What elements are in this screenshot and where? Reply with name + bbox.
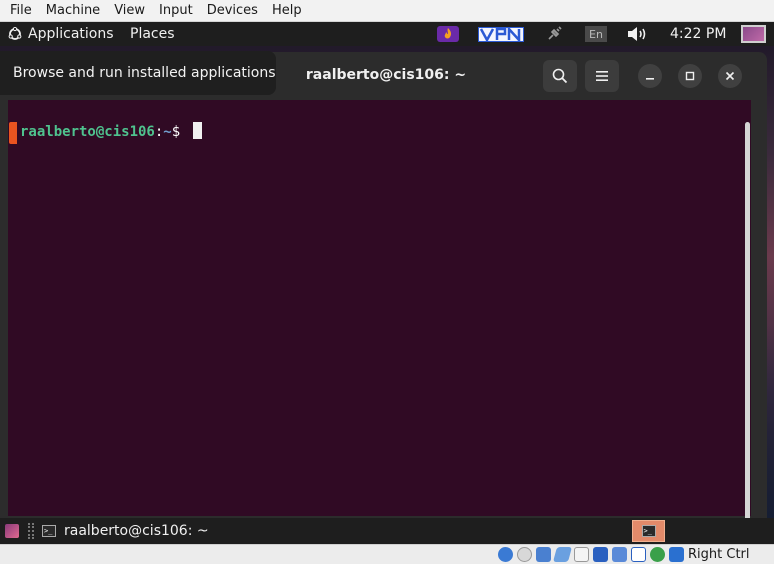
vpn-tray-icon[interactable] <box>478 27 524 42</box>
recording-icon[interactable] <box>612 547 627 562</box>
keyboard-language-indicator[interactable]: En <box>585 26 607 42</box>
search-button[interactable] <box>543 60 577 92</box>
main-menu-button[interactable] <box>585 60 619 92</box>
mouse-integration-icon[interactable] <box>669 547 684 562</box>
close-button[interactable] <box>718 64 742 88</box>
top-panel: Applications Places En 4:22 PM <box>0 22 774 46</box>
applications-menu-button[interactable]: Applications <box>8 22 114 46</box>
applications-icon <box>8 27 22 40</box>
network-tray[interactable] <box>544 25 564 43</box>
show-desktop-button[interactable] <box>5 524 19 538</box>
prompt-path: ~ <box>163 124 172 140</box>
places-menu-button[interactable]: Places <box>130 22 175 46</box>
text-cursor <box>192 122 202 139</box>
show-desktop-icon[interactable] <box>741 25 766 43</box>
vbox-statusbar: Right Ctrl <box>0 544 774 564</box>
close-icon <box>725 71 735 81</box>
virtualization-icon[interactable] <box>631 547 646 562</box>
applications-tooltip: Browse and run installed applications <box>0 51 276 95</box>
hamburger-menu-icon <box>596 71 608 81</box>
terminal-focus-marker <box>9 122 17 144</box>
search-icon <box>552 68 568 84</box>
terminal-scrollbar[interactable] <box>745 122 750 533</box>
maximize-button[interactable] <box>678 64 702 88</box>
guest-additions-icon[interactable] <box>650 547 665 562</box>
terminal-window[interactable]: raalberto@cis106: ~ raalberto@cis106:~$ <box>0 52 767 518</box>
workspace-switcher[interactable]: >_ <box>632 520 665 542</box>
optical-drive-icon[interactable] <box>517 547 532 562</box>
host-key-label[interactable]: Right Ctrl <box>688 545 750 564</box>
network-adapter-icon[interactable] <box>536 547 551 562</box>
vbox-menu-machine[interactable]: Machine <box>39 0 107 22</box>
panel-clock[interactable]: 4:22 PM <box>670 22 726 46</box>
prompt-line: raalberto@cis106:~$ <box>20 122 202 141</box>
prompt-symbol: $ <box>171 124 181 140</box>
minimize-icon <box>646 78 654 80</box>
vbox-menubar: File Machine View Input Devices Help <box>0 0 774 22</box>
vpn-logo-icon <box>479 28 521 41</box>
network-plug-icon <box>548 26 562 40</box>
terminal-icon: >_ <box>42 525 56 537</box>
vbox-menu-devices[interactable]: Devices <box>200 0 265 22</box>
bottom-taskbar: >_ raalberto@cis106: ~ >_ <box>0 518 774 544</box>
maximize-icon <box>685 71 695 81</box>
terminal-output-area[interactable]: raalberto@cis106:~$ <box>8 100 751 516</box>
taskbar-item-terminal[interactable]: >_ raalberto@cis106: ~ <box>42 518 209 544</box>
vbox-menu-file[interactable]: File <box>3 0 39 22</box>
prompt-user-host: raalberto@cis106 <box>20 124 155 140</box>
usb-icon[interactable] <box>552 547 573 562</box>
guest-desktop: Applications Places En 4:22 PM Browse an… <box>0 22 774 544</box>
flame-app-icon <box>437 26 459 42</box>
display-icon[interactable] <box>593 547 608 562</box>
minimize-button[interactable] <box>638 64 662 88</box>
applications-label: Applications <box>28 26 114 42</box>
taskbar-grip[interactable] <box>28 523 34 539</box>
volume-tray[interactable] <box>626 25 650 43</box>
vbox-menu-help[interactable]: Help <box>265 0 309 22</box>
vbox-menu-input[interactable]: Input <box>152 0 200 22</box>
hard-disk-icon[interactable] <box>498 547 513 562</box>
vbox-menu-view[interactable]: View <box>107 0 152 22</box>
volume-icon <box>628 27 646 41</box>
workspace-terminal-icon: >_ <box>641 525 656 537</box>
taskbar-item-label: raalberto@cis106: ~ <box>64 523 209 539</box>
shared-folders-icon[interactable] <box>574 547 589 562</box>
app-tray-icon[interactable] <box>436 25 460 43</box>
